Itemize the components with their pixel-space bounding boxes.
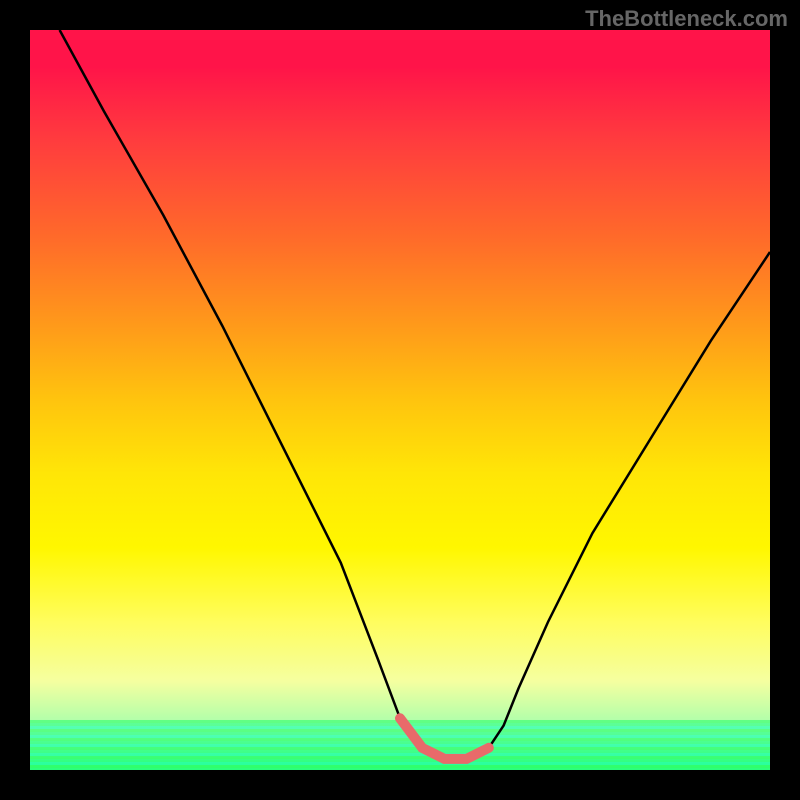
curve-svg [30, 30, 770, 770]
bottleneck-curve-line [60, 30, 770, 759]
plot-area [30, 30, 770, 770]
watermark-text: TheBottleneck.com [585, 6, 788, 32]
highlight-segment [400, 718, 489, 759]
